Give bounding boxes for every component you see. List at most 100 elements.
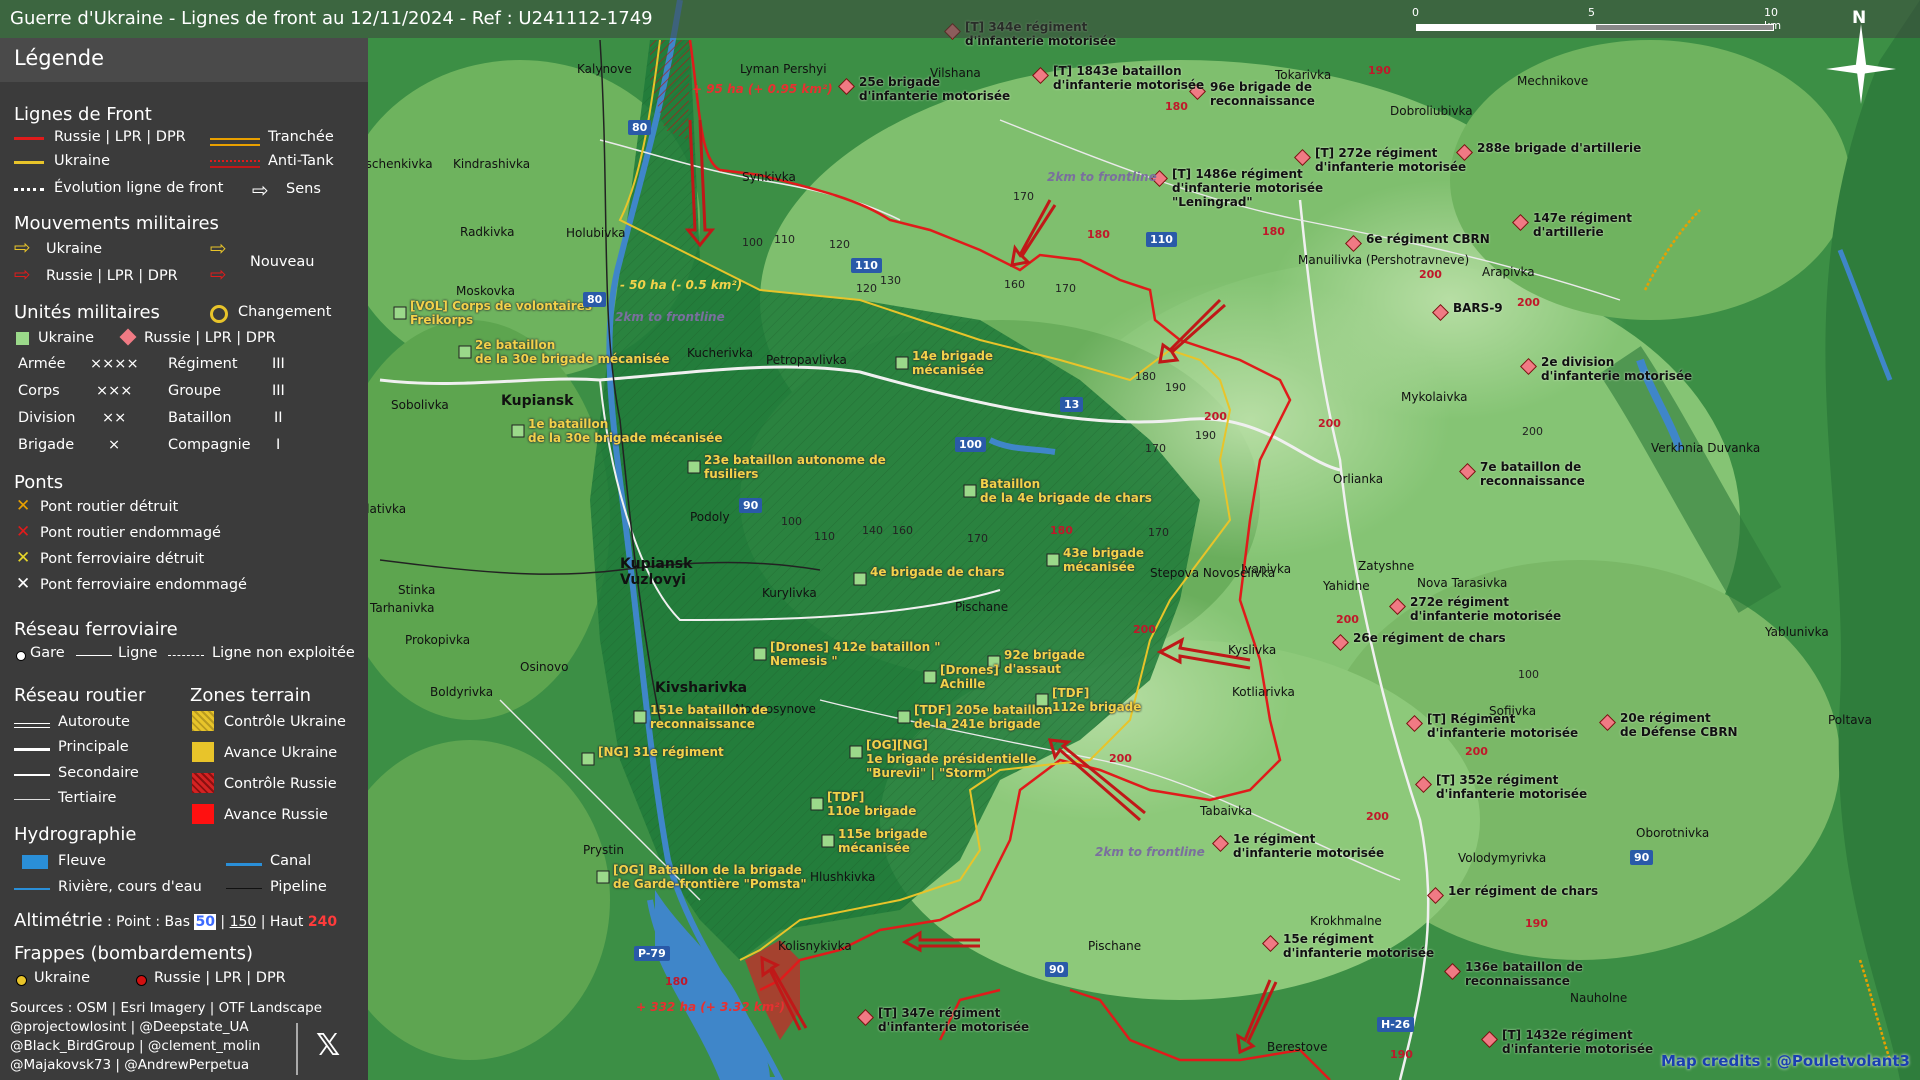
altitude-point: 200 (1522, 425, 1543, 438)
secondary-road-label: Secondaire (58, 765, 139, 781)
ukraine-unit-label: Ukraine (38, 330, 94, 346)
russia-unit-label: [T] 347e régiment d'infanterie motorisée (878, 1006, 1030, 1034)
russia-unit-label: 1e régiment d'infanterie motorisée (1233, 832, 1385, 860)
scale-bar-segment-dark (1596, 25, 1773, 30)
place-label: Pischane (955, 600, 1009, 614)
ukraine-unit-label: 92e brigade d'assaut (1004, 648, 1086, 676)
evolution-swatch (14, 188, 44, 191)
altitude-point: 180 (1087, 228, 1110, 241)
place-label: Tarhanivka (370, 601, 435, 615)
x-logo-icon[interactable]: 𝕏 (316, 1028, 340, 1063)
place-label: Verkhnia Duvanka (1651, 441, 1761, 455)
russia-unit-label: [T] 272e régiment d'infanterie motorisée (1315, 146, 1467, 174)
place-label: Poltava (1828, 713, 1872, 727)
place-label: Yablunivka (1765, 625, 1829, 639)
echelon-company-symbol: I (276, 437, 281, 453)
russia-unit-swatch (119, 328, 137, 346)
altitude-point: 100 (742, 236, 763, 249)
bridges-title: Ponts (14, 472, 64, 493)
echelon-army-symbol: ×××× (90, 356, 139, 372)
place-label: Oborotnivka (1636, 826, 1710, 840)
scale-bar: 0 5 10 km (1412, 6, 1781, 36)
ukraine-unit-label: [TDF] 112e brigade (1052, 686, 1142, 714)
road-bridge-damaged-label: Pont routier endommagé (40, 525, 221, 541)
ukraine-unit-label: [TDF] 205e bataillon de la 241e brigade (914, 703, 1053, 731)
front-lines-title: Lignes de Front (14, 104, 152, 125)
river-swatch (22, 855, 48, 869)
map-annotation: 2km to frontline (615, 310, 725, 324)
place-label: Berestove (1267, 1040, 1328, 1054)
sources-divider (296, 1023, 298, 1075)
ukraine-advance-label: Avance Ukraine (224, 745, 338, 761)
ukraine-unit-label: 43e brigade mécanisée (1063, 546, 1145, 574)
ukraine-unit-label: 151e bataillon de reconnaissance (650, 703, 768, 731)
altitude-point: 180 (1165, 100, 1188, 113)
hydro-title: Hydrographie (14, 824, 137, 845)
place-label: Zatyshne (1358, 559, 1415, 573)
place-label: Prokopivka (405, 633, 471, 647)
place-label: Volodymyrivka (1458, 851, 1547, 865)
russia-unit-label: 147e régiment d'artillerie (1533, 211, 1633, 239)
ukraine-arrow-icon: ⇨ (14, 235, 31, 259)
new-russia-arrow-icon: ⇨ (210, 262, 227, 286)
russia-control-swatch (192, 773, 214, 793)
ukraine-unit-label: [Drones] Achille (940, 663, 999, 691)
place-label: Kivsharivka (655, 680, 748, 696)
place-label: Prystin (583, 843, 624, 857)
russia-unit-label: 7e bataillon de reconnaissance (1480, 460, 1585, 488)
place-label: Manuilivka (Pershotravneve) (1298, 253, 1470, 267)
road-bridge-destroyed-label: Pont routier détruit (40, 499, 179, 515)
russia-unit-label: [T] 1843e bataillon d'infanterie motoris… (1053, 64, 1205, 92)
ukraine-unit-label: 14e brigade mécanisée (912, 349, 994, 377)
place-label: Yahidne (1323, 579, 1370, 593)
ukraine-strike-label: Ukraine (34, 970, 90, 986)
sources-line-4: @Majakovsk73 | @AndrewPerpetua (10, 1057, 250, 1073)
road-bridge-damaged-icon: ✕ (16, 522, 31, 542)
altitude-point: 180 (1135, 370, 1156, 383)
ukraine-control-label: Contrôle Ukraine (224, 714, 346, 730)
rail-bridge-destroyed-icon: ✕ (16, 548, 31, 568)
russia-control-label: Contrôle Russie (224, 776, 337, 792)
rail-bridge-destroyed-label: Pont ferroviaire détruit (40, 551, 205, 567)
russia-unit-label: Russie | LPR | DPR (144, 330, 276, 346)
altitude-point: 130 (880, 274, 901, 287)
secondary-road-swatch (14, 774, 50, 776)
place-label: Sobolivka (391, 398, 449, 412)
altitude-point: 190 (1525, 917, 1548, 930)
map-annotation: + 95 ha (+ 0.95 km²) (692, 82, 833, 96)
antitank-label: Anti-Tank (268, 153, 334, 169)
ukraine-unit-label: 23e bataillon autonome de fusiliers (704, 453, 886, 481)
road-number-label: 100 (955, 437, 986, 452)
altitude-point: 160 (1004, 278, 1025, 291)
compass-star-icon (1826, 24, 1896, 104)
ukraine-unit-label: [TDF] 110e brigade (827, 790, 917, 818)
place-label: Holubivka (566, 226, 626, 240)
altitude-point: 200 (1419, 268, 1442, 281)
change-ring-icon (210, 305, 228, 323)
altimetry-point-label: : Point : Bas (102, 914, 195, 930)
russia-unit-label: [T] 352e régiment d'infanterie motorisée (1436, 773, 1588, 801)
place-label: Kucherivka (687, 346, 753, 360)
map-credit: Map credits : @Pouletvolant3 (1661, 1052, 1910, 1070)
evolution-label: Évolution ligne de front (54, 180, 224, 196)
sources-line-3: @Black_BirdGroup | @clement_molin (10, 1038, 261, 1054)
place-label: Synkivka (742, 170, 796, 184)
altitude-point: 190 (1165, 381, 1186, 394)
road-number-label: 90 (1045, 962, 1069, 977)
echelon-battalion-label: Bataillon (168, 410, 232, 426)
place-label: Mykolaivka (1401, 390, 1468, 404)
altitude-point: 140 (862, 524, 883, 537)
ukraine-unit-label: [NG] 31e régiment (598, 745, 724, 759)
place-label: Kalynove (577, 62, 632, 76)
russia-unit-label: [T] 1486e régiment d'infanterie motorisé… (1172, 167, 1324, 209)
legend-panel: Légende Lignes de Front Russie | LPR | D… (0, 38, 368, 1080)
ukraine-strike-dot-icon (16, 975, 27, 986)
road-number-label: 80 (583, 292, 607, 307)
new-ukraine-arrow-icon: ⇨ (210, 236, 227, 260)
scale-tick-5: 5 (1588, 6, 1595, 19)
echelon-battalion-symbol: II (274, 410, 283, 426)
altitude-point: 110 (814, 530, 835, 543)
altitude-point: 200 (1465, 745, 1488, 758)
altitude-point: 180 (1050, 524, 1073, 537)
place-label: Kyslivka (1228, 643, 1277, 657)
